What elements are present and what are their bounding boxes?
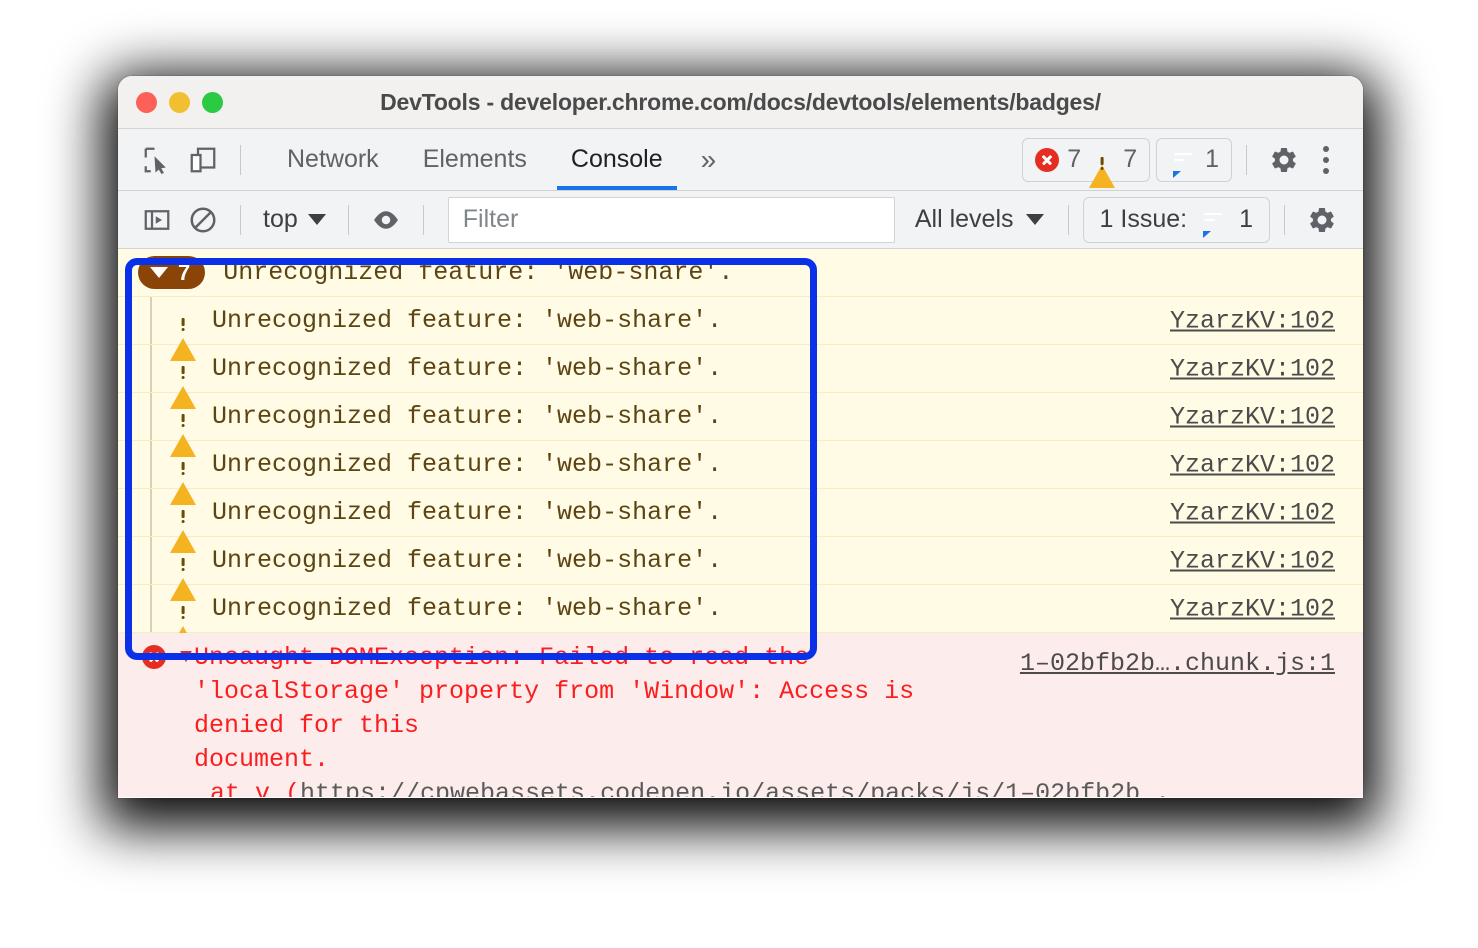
warning-icon (170, 309, 196, 333)
stack-prefix: at v ( (210, 779, 300, 797)
console-warning-row[interactable]: Unrecognized feature: 'web-share'. Yzarz… (118, 297, 1363, 345)
issues-chip-label: 1 Issue: (1100, 205, 1188, 234)
source-link[interactable]: YzarzKV:102 (1170, 450, 1335, 479)
warning-icon (1089, 148, 1115, 172)
console-warning-row[interactable]: Unrecognized feature: 'web-share'. Yzarz… (118, 345, 1363, 393)
log-level-label: All levels (915, 205, 1014, 234)
traffic-light-buttons (136, 92, 223, 113)
issue-count: 1 (1205, 145, 1219, 174)
warning-icon (170, 453, 196, 477)
log-level-selector[interactable]: All levels (905, 205, 1054, 234)
warning-count: 7 (1123, 145, 1137, 174)
source-link[interactable]: YzarzKV:102 (1170, 546, 1335, 575)
more-tabs-icon[interactable]: » (685, 144, 733, 176)
minimize-window-button[interactable] (169, 92, 190, 113)
error-source-link[interactable]: 1–02bfb2b….chunk.js:1 (1020, 647, 1335, 681)
warning-message-text: Unrecognized feature: 'web-share'. (212, 402, 722, 431)
console-warning-row[interactable]: Unrecognized feature: 'web-share'. Yzarz… (118, 585, 1363, 633)
stack-trace-link[interactable]: https://cpwebassets.codepen.io/assets/pa… (300, 779, 1170, 797)
error-first-line: ▼ Uncaught DOMException: Failed to read … (118, 641, 1363, 777)
close-window-button[interactable] (136, 92, 157, 113)
filterbar-divider-3 (423, 205, 424, 235)
source-link[interactable]: YzarzKV:102 (1170, 402, 1335, 431)
filterbar-divider-2 (348, 205, 349, 235)
warning-icon (170, 405, 196, 429)
console-filter-toolbar: top All levels 1 Issue: (118, 191, 1363, 249)
error-stack-line: at v (https://cpwebassets.codepen.io/ass… (118, 777, 1363, 797)
toolbar-divider-2 (1246, 145, 1247, 175)
console-warning-row[interactable]: Unrecognized feature: 'web-share'. Yzarz… (118, 489, 1363, 537)
tab-elements[interactable]: Elements (401, 129, 549, 190)
warning-icon (170, 501, 196, 525)
source-link[interactable]: YzarzKV:102 (1170, 594, 1335, 623)
screenshot-stage: DevTools - developer.chrome.com/docs/dev… (0, 0, 1478, 948)
error-warning-counter[interactable]: 7 7 (1022, 138, 1150, 182)
source-link[interactable]: YzarzKV:102 (1170, 354, 1335, 383)
console-warning-row[interactable]: Unrecognized feature: 'web-share'. Yzarz… (118, 441, 1363, 489)
warning-message-group: 7 Unrecognized feature: 'web-share'. Unr… (118, 249, 1363, 633)
warning-message-text: Unrecognized feature: 'web-share'. (212, 354, 722, 383)
tab-network[interactable]: Network (265, 129, 401, 190)
warning-icon (170, 549, 196, 573)
chevron-down-icon-group (150, 267, 168, 278)
live-expression-eye-icon[interactable] (363, 197, 409, 243)
error-count: 7 (1067, 145, 1081, 174)
issues-chip[interactable]: 1 Issue: 1 (1083, 197, 1270, 243)
toolbar-divider (240, 145, 241, 175)
warning-message-text: Unrecognized feature: 'web-share'. (212, 306, 722, 335)
console-sidebar-icon[interactable] (134, 197, 180, 243)
filterbar-divider-4 (1068, 205, 1069, 235)
group-collapse-badge[interactable]: 7 (138, 256, 205, 289)
warning-icon (170, 357, 196, 381)
tab-console[interactable]: Console (549, 129, 685, 190)
group-count: 7 (178, 260, 190, 286)
execution-context-label: top (263, 205, 298, 234)
inspect-element-icon[interactable] (134, 137, 180, 183)
warning-message-text: Unrecognized feature: 'web-share'. (212, 450, 722, 479)
warning-message-text: Unrecognized feature: 'web-share'. (212, 594, 722, 623)
window-titlebar: DevTools - developer.chrome.com/docs/dev… (118, 76, 1363, 129)
maximize-window-button[interactable] (202, 92, 223, 113)
devtools-main-toolbar: Network Elements Console » 7 7 1 (118, 129, 1363, 191)
issue-bubble-icon (1169, 147, 1197, 173)
warning-message-text: Unrecognized feature: 'web-share'. (212, 546, 722, 575)
chevron-down-icon (308, 214, 326, 225)
panel-tabs: Network Elements Console (265, 129, 685, 190)
console-error-row[interactable]: ▼ Uncaught DOMException: Failed to read … (118, 633, 1363, 797)
gear-icon[interactable] (1261, 137, 1307, 183)
warning-message-text: Unrecognized feature: 'web-share'. (212, 498, 722, 527)
execution-context-selector[interactable]: top (255, 205, 334, 234)
group-header-row[interactable]: 7 Unrecognized feature: 'web-share'. (118, 249, 1363, 297)
filterbar-divider-5 (1284, 205, 1285, 235)
console-warning-row[interactable]: Unrecognized feature: 'web-share'. Yzarz… (118, 393, 1363, 441)
issues-counter[interactable]: 1 (1156, 138, 1232, 182)
kebab-menu-icon[interactable] (1307, 146, 1345, 174)
warning-icon (170, 597, 196, 621)
issue-bubble-icon-chip (1199, 207, 1227, 233)
console-message-list[interactable]: 7 Unrecognized feature: 'web-share'. Unr… (118, 249, 1363, 797)
chevron-down-icon-levels (1026, 214, 1044, 225)
device-toolbar-icon[interactable] (180, 137, 226, 183)
error-expand-triangle-icon[interactable]: ▼ (180, 641, 192, 675)
issues-chip-count: 1 (1239, 205, 1253, 234)
error-icon (1035, 148, 1059, 172)
source-link[interactable]: YzarzKV:102 (1170, 306, 1335, 335)
window-title: DevTools - developer.chrome.com/docs/dev… (118, 89, 1363, 116)
console-settings-gear-icon[interactable] (1299, 197, 1345, 243)
error-icon (142, 645, 166, 669)
devtools-window: DevTools - developer.chrome.com/docs/dev… (118, 76, 1363, 798)
source-link[interactable]: YzarzKV:102 (1170, 498, 1335, 527)
group-header-text: Unrecognized feature: 'web-share'. (223, 258, 733, 287)
clear-console-icon[interactable] (180, 197, 226, 243)
console-warning-row[interactable]: Unrecognized feature: 'web-share'. Yzarz… (118, 537, 1363, 585)
filterbar-divider-1 (240, 205, 241, 235)
filter-input[interactable] (448, 197, 895, 243)
error-message-text: Uncaught DOMException: Failed to read th… (194, 641, 984, 777)
